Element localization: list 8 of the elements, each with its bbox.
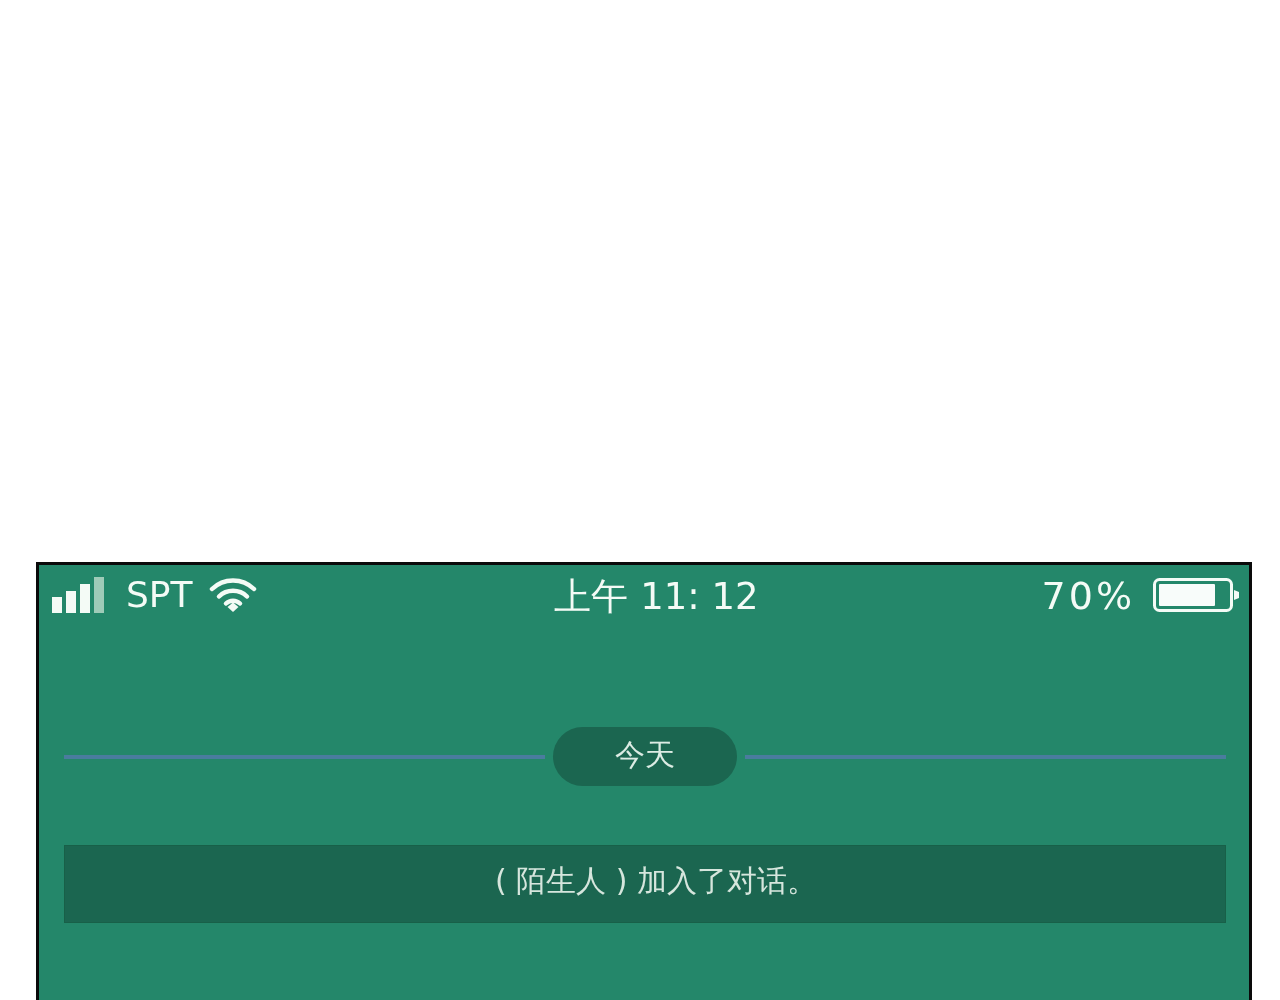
status-time: 上午 11: 12 [553, 577, 759, 617]
carrier-name: SPT [126, 575, 193, 615]
system-message: ( 陌生人 ) 加入了对话。 [64, 845, 1226, 923]
battery-percent: 70% [1041, 576, 1135, 616]
signal-icon [52, 577, 106, 613]
wifi-icon [208, 577, 257, 613]
battery-icon [1153, 578, 1239, 612]
date-label: 今天 [553, 727, 737, 786]
